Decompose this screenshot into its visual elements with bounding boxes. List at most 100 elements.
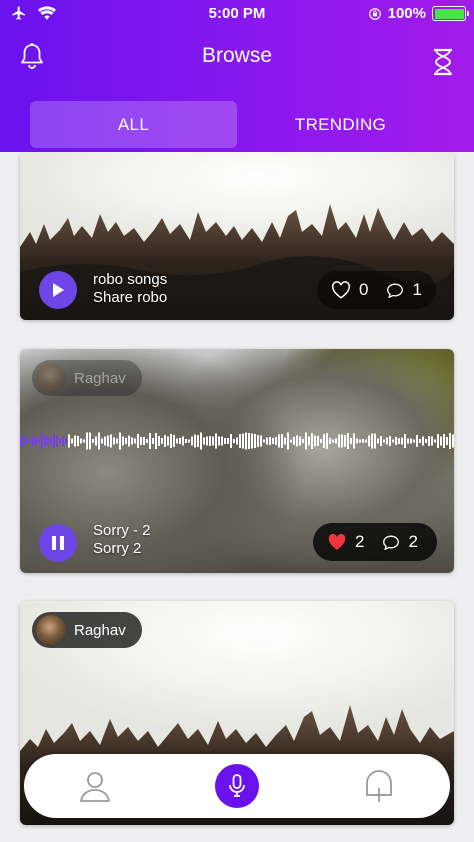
- waveform-bar: [101, 438, 103, 444]
- comment-stat[interactable]: 2: [382, 532, 418, 552]
- waveform-bar: [266, 437, 268, 445]
- waveform-bar: [68, 434, 70, 448]
- waveform-bar: [203, 437, 205, 445]
- post-card[interactable]: robo songs Share robo 0 1: [20, 152, 454, 320]
- waveform-bar: [401, 437, 403, 445]
- waveform-bar: [422, 436, 424, 446]
- waveform-bar: [251, 433, 253, 449]
- waveform-bar: [383, 439, 385, 443]
- feed[interactable]: robo songs Share robo 0 1 Raghav Sorry -…: [0, 152, 474, 842]
- waveform-bar: [362, 439, 364, 443]
- user-name: Raghav: [74, 621, 126, 639]
- waveform-bar: [275, 437, 277, 445]
- waveform-bar: [353, 433, 355, 449]
- waveform-bar: [245, 432, 247, 450]
- waveform-bar: [413, 439, 415, 443]
- waveform-bar: [155, 433, 157, 449]
- nav-upload[interactable]: [354, 761, 404, 811]
- nav-record[interactable]: [212, 761, 262, 811]
- waveform-bar: [86, 432, 88, 450]
- like-count: 0: [359, 280, 369, 299]
- like-stat[interactable]: 0: [331, 280, 368, 300]
- post-card[interactable]: Raghav Sorry - 2 Sorry 2 2 2: [20, 349, 454, 573]
- waveform-bar: [329, 438, 331, 444]
- user-chip[interactable]: Raghav: [32, 612, 142, 648]
- pause-button[interactable]: [39, 524, 77, 562]
- waveform-bar: [23, 435, 25, 447]
- waveform-bar: [92, 439, 94, 443]
- add-upload-icon: [366, 770, 392, 802]
- waveform-bar: [116, 438, 118, 444]
- comment-stat[interactable]: 1: [386, 280, 422, 300]
- waveform-bar: [377, 438, 379, 444]
- waveform-bar: [368, 435, 370, 447]
- waveform-bar: [32, 436, 34, 446]
- waveform-bar: [320, 439, 322, 443]
- waveform-bar: [398, 438, 400, 444]
- waveform-bar: [236, 437, 238, 445]
- waveform-bar: [440, 436, 442, 446]
- song-title: robo songs: [93, 271, 168, 288]
- waveform-bar: [359, 439, 361, 443]
- waveform-bar: [131, 437, 133, 445]
- waveform-bar: [77, 436, 79, 446]
- waveform-bar: [302, 439, 304, 443]
- waveform-bar: [29, 438, 31, 444]
- hourglass-icon[interactable]: [431, 48, 455, 76]
- waveform-bar: [179, 438, 181, 444]
- waveform-bar: [161, 438, 163, 444]
- waveform-bar: [227, 438, 229, 444]
- song-info: robo songs Share robo: [93, 271, 167, 307]
- user-chip[interactable]: Raghav: [32, 360, 142, 396]
- waveform-bar: [374, 433, 376, 449]
- play-button[interactable]: [39, 271, 77, 309]
- waveform-bar: [323, 434, 325, 448]
- record-button[interactable]: [215, 764, 259, 808]
- waveform-bar: [212, 436, 214, 446]
- tab-all[interactable]: ALL: [30, 101, 237, 148]
- waveform-bar: [80, 438, 82, 444]
- waveform-bar: [272, 438, 274, 444]
- tab-trending[interactable]: TRENDING: [237, 101, 444, 148]
- waveform-bar: [200, 432, 202, 450]
- page-title: Browse: [201, 44, 273, 67]
- waveform-bar: [53, 434, 55, 448]
- waveform-bar: [50, 437, 52, 445]
- waveform-bar: [311, 433, 313, 449]
- waveform-bar: [434, 439, 436, 443]
- waveform-bar: [41, 433, 43, 449]
- profile-icon: [80, 772, 110, 802]
- waveform-bar: [230, 434, 232, 448]
- audio-waveform[interactable]: [20, 429, 454, 453]
- comment-count: 2: [408, 532, 418, 551]
- waveform-bar: [395, 437, 397, 445]
- nav-profile[interactable]: [70, 761, 120, 811]
- waveform-bar: [35, 436, 37, 446]
- waveform-bar: [449, 433, 451, 449]
- waveform-bar: [326, 433, 328, 449]
- waveform-bar: [62, 436, 64, 446]
- waveform-bar: [296, 435, 298, 447]
- song-title: Sorry - 2: [93, 522, 151, 539]
- waveform-bar: [341, 434, 343, 448]
- waveform-bar: [248, 433, 250, 449]
- waveform-bar: [392, 439, 394, 443]
- waveform-bar: [452, 434, 454, 448]
- waveform-bar: [428, 436, 430, 446]
- waveform-bar: [59, 439, 61, 443]
- waveform-bar: [389, 436, 391, 446]
- waveform-bar: [332, 439, 334, 443]
- like-stat[interactable]: 2: [327, 532, 364, 552]
- waveform-bar: [317, 436, 319, 446]
- post-stats: 2 2: [313, 523, 437, 561]
- waveform-bar: [284, 437, 286, 445]
- post-stats: 0 1: [317, 271, 436, 309]
- play-icon: [53, 283, 64, 297]
- waveform-bar: [128, 435, 130, 447]
- waveform-bar: [173, 435, 175, 447]
- waveform-bar: [113, 437, 115, 445]
- waveform-bar: [74, 435, 76, 447]
- waveform-bar: [152, 438, 154, 444]
- microphone-icon: [229, 774, 245, 797]
- waveform-bar: [191, 436, 193, 446]
